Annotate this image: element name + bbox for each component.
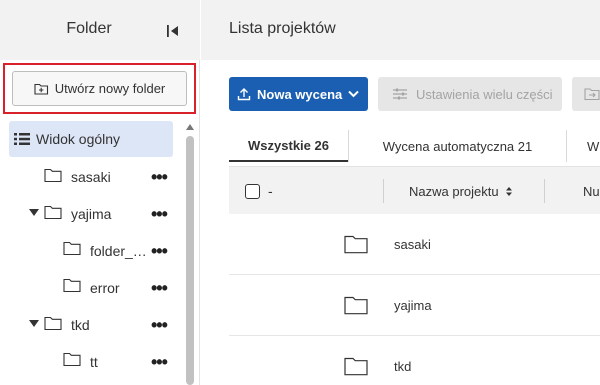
collapse-panel-icon[interactable] [166,24,180,38]
scroll-thumb[interactable] [186,136,194,385]
list-icon [14,133,30,145]
column-divider [544,179,545,203]
more-options-icon[interactable]: ••• [151,242,168,260]
project-name[interactable]: sasaki [394,237,431,252]
more-options-icon[interactable]: ••• [151,316,168,334]
page-title: Lista projektów [229,20,336,37]
scroll-up-arrow-icon[interactable] [185,122,195,132]
more-options-icon[interactable]: ••• [151,353,168,371]
more-options-icon[interactable]: ••• [151,205,168,223]
multi-part-settings-label: Ustawienia wielu części [416,86,553,102]
tree-scrollbar[interactable] [185,122,195,385]
tree-item-label: error [90,280,120,296]
create-folder-button[interactable]: Utwórz nowy folder [12,71,187,106]
move-folder-button[interactable] [572,77,600,111]
more-options-icon[interactable]: ••• [151,279,168,297]
column-divider [383,179,384,203]
folder-icon [63,278,81,293]
multi-part-settings-button[interactable]: Ustawienia wielu części [378,77,562,111]
folder-icon [44,316,62,331]
tab-all[interactable]: Wszystkie 26 [229,130,348,162]
select-all-checkbox[interactable] [245,184,260,199]
upload-icon [237,88,251,101]
project-tabs: Wszystkie 26 Wycena automatyczna 21 W [229,130,600,162]
folder-panel-header: Folder [0,0,200,60]
folder-icon [344,357,368,376]
folder-panel-title: Folder [66,20,112,37]
more-options-icon[interactable]: ••• [151,168,168,186]
table-row[interactable]: sasaki [229,215,600,275]
sort-icon[interactable] [505,186,513,197]
column-header-project-name[interactable]: Nazwa projektu [409,184,513,199]
folder-icon [63,241,81,256]
new-quote-label: Nowa wycena [257,86,343,102]
tree-item-label: tt [90,354,98,370]
folder-icon [63,352,81,367]
column-header-label: Nazwa projektu [409,184,499,199]
folder-panel: Folder Utwórz nowy folder Widok ogólny s… [0,0,200,385]
table-row[interactable]: yajima [229,276,600,336]
add-folder-icon [34,83,48,95]
create-folder-label: Utwórz nowy folder [54,81,166,96]
table-row[interactable]: tkd [229,337,600,385]
tree-item-label: tkd [71,317,90,333]
table-header: - Nazwa projektu Nu [229,166,600,214]
tab-more[interactable]: W [567,130,600,162]
tree-item-label: sasaki [71,169,111,185]
move-folder-icon [584,88,600,101]
select-all-label: - [268,183,273,199]
column-header-number[interactable]: Nu [583,184,600,199]
folder-icon [344,235,368,254]
project-list-panel: Lista projektów Nowa wycena Ustawienia w… [201,0,600,385]
expand-caret-icon[interactable] [29,320,39,328]
tab-automatic-quote[interactable]: Wycena automatyczna 21 [349,130,566,162]
tree-item-overview[interactable]: Widok ogólny [9,121,173,157]
sliders-icon [393,88,407,100]
expand-caret-icon[interactable] [29,209,39,217]
project-name[interactable]: yajima [394,298,432,313]
folder-icon [44,205,62,220]
project-name[interactable]: tkd [394,359,411,374]
tree-item-label: folder_… [90,243,147,259]
project-list-header: Lista projektów [201,0,600,60]
create-folder-highlight: Utwórz nowy folder [3,63,196,114]
overview-label: Widok ogólny [36,131,121,147]
tree-item-label: yajima [71,206,112,222]
new-quote-button[interactable]: Nowa wycena [229,77,368,111]
chevron-down-icon [348,90,359,98]
folder-icon [344,296,368,315]
folder-icon [44,168,62,183]
